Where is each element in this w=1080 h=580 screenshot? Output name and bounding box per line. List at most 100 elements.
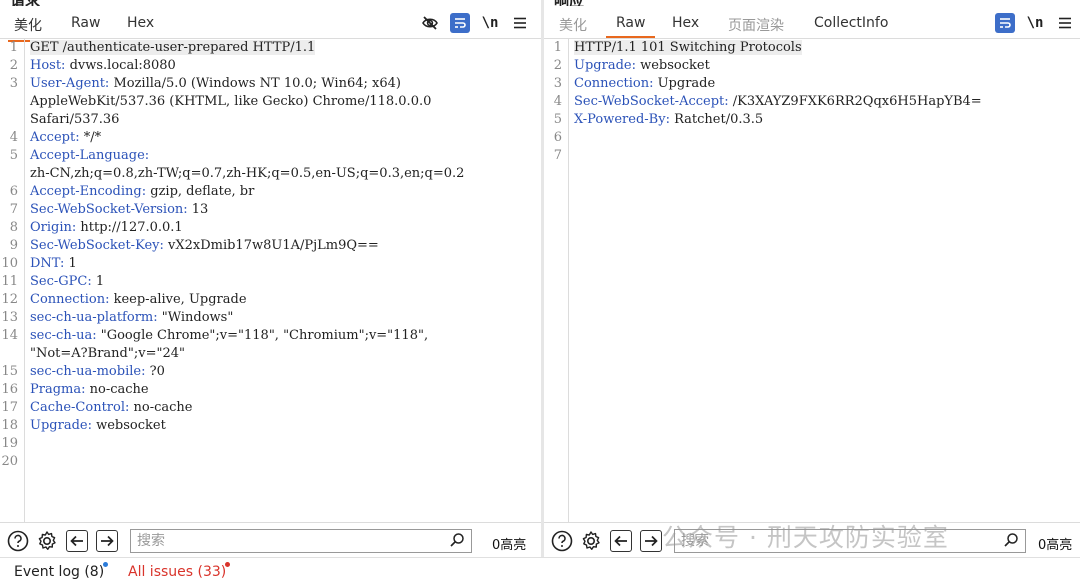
request-editor[interactable]: 1 GET /authenticate-user-prepared HTTP/1.…: [0, 39, 541, 523]
search-icon[interactable]: [1003, 532, 1019, 552]
tab-pretty[interactable]: 美化: [8, 15, 48, 42]
code-line: 1 HTTP/1.1 101 Switching Protocols: [544, 39, 1080, 57]
header-name: Origin:: [30, 220, 77, 235]
line-number: 4: [553, 94, 562, 109]
tab-raw[interactable]: Raw: [71, 15, 100, 31]
header-value: no-cache: [85, 382, 149, 397]
header-name: Accept-Encoding:: [30, 184, 147, 199]
response-search-input[interactable]: [675, 531, 1025, 551]
line-number: 6: [553, 130, 562, 145]
header-value: "Not=A?Brand";v="24": [30, 346, 185, 361]
line-text: X-Powered-By: Ratchet/0.3.5: [574, 112, 763, 127]
event-log-link[interactable]: Event log (8): [14, 564, 104, 580]
request-search-field[interactable]: [130, 529, 472, 553]
all-issues-link[interactable]: All issues (33): [128, 564, 226, 580]
header-value: /K3XAYZ9FXK6RR2Qqx6H5HapYB4=: [728, 94, 982, 109]
request-search-input[interactable]: [131, 531, 471, 551]
line-number: 20: [1, 454, 18, 469]
search-icon[interactable]: [449, 532, 465, 552]
header-value: GET /authenticate-user-prepared HTTP/1.1: [30, 40, 316, 55]
header-name: Upgrade:: [30, 418, 92, 433]
code-line: AppleWebKit/537.36 (KHTML, like Gecko) C…: [0, 93, 541, 111]
line-text: sec-ch-ua-mobile: ?0: [30, 364, 165, 379]
issues-dot: [225, 562, 230, 567]
header-value: "Google Chrome";v="118", "Chromium";v="1…: [96, 328, 429, 343]
tab-render[interactable]: 页面渲染: [728, 15, 784, 35]
header-value: no-cache: [129, 400, 193, 415]
header-value: 1: [91, 274, 105, 289]
header-name: Connection:: [30, 292, 110, 307]
code-line: 5 Accept-Language:: [0, 147, 541, 165]
code-line: 16 Pragma: no-cache: [0, 381, 541, 399]
header-name: Connection:: [574, 76, 654, 91]
code-line: 7: [544, 147, 1080, 165]
line-number: 7: [553, 148, 562, 163]
menu-icon[interactable]: [1055, 13, 1075, 33]
line-number: 12: [1, 292, 18, 307]
header-value: 13: [187, 202, 209, 217]
response-editor[interactable]: 1 HTTP/1.1 101 Switching Protocols 2 Upgrad…: [544, 39, 1080, 523]
tab-hex[interactable]: Hex: [127, 15, 154, 31]
line-text: sec-ch-ua-platform: "Windows": [30, 310, 233, 325]
header-name: Host:: [30, 58, 66, 73]
tab-hex[interactable]: Hex: [672, 15, 699, 31]
line-number: 1: [553, 40, 562, 55]
settings-gear-icon[interactable]: [35, 529, 59, 553]
header-name: Sec-WebSocket-Accept:: [574, 94, 729, 109]
header-name: sec-ch-ua-mobile:: [30, 364, 146, 379]
line-number: 3: [553, 76, 562, 91]
line-number: 1: [9, 40, 18, 55]
request-lines: 1 GET /authenticate-user-prepared HTTP/1.…: [0, 39, 541, 471]
code-line: 12 Connection: keep-alive, Upgrade: [0, 291, 541, 309]
tab-raw[interactable]: Raw: [605, 15, 657, 38]
line-text: GET /authenticate-user-prepared HTTP/1.1: [30, 40, 316, 55]
code-line: 9 Sec-WebSocket-Key: vX2xDmib17w8U1A/PjLm…: [0, 237, 541, 255]
code-line: "Not=A?Brand";v="24": [0, 345, 541, 363]
header-name: sec-ch-ua:: [30, 328, 97, 343]
line-text: Upgrade: websocket: [574, 58, 710, 73]
next-arrow-icon[interactable]: [96, 530, 118, 552]
header-value: "Windows": [157, 310, 234, 325]
code-line: 3 Connection: Upgrade: [544, 75, 1080, 93]
help-icon[interactable]: [550, 529, 574, 553]
next-arrow-icon[interactable]: [640, 530, 662, 552]
line-text: Pragma: no-cache: [30, 382, 149, 397]
line-number: 9: [9, 238, 18, 253]
code-line: 5 X-Powered-By: Ratchet/0.3.5: [544, 111, 1080, 129]
line-text: Origin: http://127.0.0.1: [30, 220, 183, 235]
newline-toggle[interactable]: \n: [1025, 13, 1045, 33]
code-line: zh-CN,zh;q=0.8,zh-TW;q=0.7,zh-HK;q=0.5,e…: [0, 165, 541, 183]
newline-toggle[interactable]: \n: [480, 13, 500, 33]
help-icon[interactable]: [6, 529, 30, 553]
line-text: Connection: Upgrade: [574, 76, 715, 91]
menu-icon[interactable]: [510, 13, 530, 33]
response-search-bar: 0高亮: [544, 522, 1080, 557]
highlight-count: 0高亮: [1038, 538, 1073, 553]
line-text: Sec-WebSocket-Key: vX2xDmib17w8U1A/PjLm9…: [30, 238, 379, 253]
status-bar: Event log (8) All issues (33): [0, 557, 1080, 580]
settings-gear-icon[interactable]: [579, 529, 603, 553]
code-line: 10 DNT: 1: [0, 255, 541, 273]
line-text: Host: dvws.local:8080: [30, 58, 176, 73]
wrap-lines-icon[interactable]: [995, 13, 1015, 33]
prev-arrow-icon[interactable]: [66, 530, 88, 552]
tab-collectinfo[interactable]: CollectInfo: [814, 15, 888, 31]
header-name: Upgrade:: [574, 58, 636, 73]
header-value: */*: [79, 130, 102, 145]
code-line: 8 Origin: http://127.0.0.1: [0, 219, 541, 237]
line-number: 14: [1, 328, 18, 343]
code-line: 7 Sec-WebSocket-Version: 13: [0, 201, 541, 219]
tab-pretty[interactable]: 美化: [559, 15, 587, 35]
line-text: Safari/537.36: [30, 112, 119, 127]
response-tabs: 美化 Raw Hex 页面渲染 CollectInfo \n: [544, 6, 1080, 39]
line-text: Accept: */*: [30, 130, 101, 145]
line-text: Connection: keep-alive, Upgrade: [30, 292, 247, 307]
header-name: User-Agent:: [30, 76, 110, 91]
event-log-dot: [103, 562, 108, 567]
code-line: Safari/537.36: [0, 111, 541, 129]
prev-arrow-icon[interactable]: [610, 530, 632, 552]
wrap-lines-icon[interactable]: [450, 13, 470, 33]
line-number: 2: [9, 58, 18, 73]
response-search-field[interactable]: [674, 529, 1026, 553]
hide-eye-icon[interactable]: [420, 13, 440, 33]
